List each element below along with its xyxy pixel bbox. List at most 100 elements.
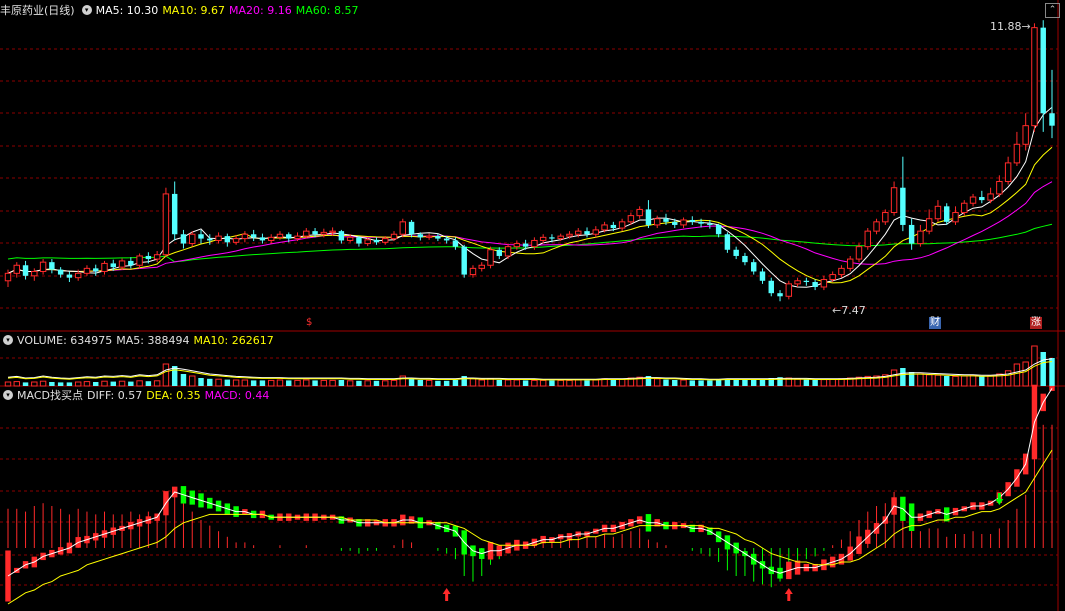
volume-bar (259, 380, 266, 386)
candle-body (180, 234, 187, 244)
candle-body (207, 238, 213, 241)
candle-body (276, 233, 284, 238)
event-marker-limit-up[interactable]: 涨 (1030, 317, 1042, 329)
candle-body (592, 229, 600, 235)
candle-body (198, 234, 204, 239)
candle-body (364, 239, 371, 245)
volume-bar (1040, 352, 1046, 386)
candle-body (944, 206, 950, 222)
candle-body (900, 187, 906, 225)
volume-bar (4, 381, 12, 387)
volume-bar (356, 380, 362, 386)
volume-bar (101, 380, 108, 387)
collapse-chevron-icon[interactable]: ⌃ (1045, 3, 1060, 18)
settings-dropdown-icon[interactable]: ▾ (81, 5, 92, 15)
candle-body (435, 236, 441, 239)
volume-bar (224, 379, 231, 386)
volume-bar (934, 374, 942, 387)
volume-bar (496, 380, 503, 386)
volume-bar (539, 379, 547, 387)
candle-body (189, 233, 196, 245)
volume-bar (57, 382, 64, 386)
volume-ma5-label: MA5: 388494 (116, 333, 190, 347)
volume-bar (557, 379, 564, 387)
candle-body (259, 237, 266, 241)
volume-bar (198, 378, 204, 386)
candle-body (408, 221, 415, 235)
price-panel-header: 丰原药业(日线) ▾ MA5: 10.30 MA10: 9.67 MA20: 9… (0, 3, 358, 18)
volume-bar (890, 369, 898, 387)
volume-bar (663, 379, 669, 386)
candle-body (118, 260, 126, 268)
candle-body (855, 246, 863, 260)
volume-bar (900, 368, 906, 386)
candle-body (171, 193, 178, 235)
candle-body (820, 279, 828, 288)
candle-body (373, 239, 380, 243)
volume-bar (93, 382, 99, 386)
candle-body (672, 221, 678, 225)
candle-body (57, 269, 64, 275)
candle-body (750, 262, 757, 272)
volume-bar (417, 380, 424, 386)
volume-bar (382, 380, 389, 387)
volume-bar (373, 380, 380, 386)
macd-dropdown-icon[interactable]: ▾ (3, 390, 13, 400)
candle-body (636, 208, 643, 217)
volume-bar (66, 382, 73, 386)
event-marker-financial[interactable]: 财 (929, 317, 941, 329)
candle-body (338, 231, 345, 241)
candle-body (83, 267, 91, 274)
candle-body (969, 196, 977, 204)
volume-bar (698, 380, 704, 386)
candle-body (601, 224, 608, 231)
candle-body (74, 272, 82, 279)
candle-body (908, 224, 915, 244)
candle-body (312, 231, 318, 235)
candle-body (742, 255, 748, 263)
volume-dropdown-icon[interactable]: ▾ (3, 335, 13, 345)
volume-bar (469, 378, 477, 387)
volume-bar (153, 380, 161, 387)
volume-bar (689, 380, 696, 386)
volume-bar (207, 378, 213, 386)
macd-value-label: MACD: 0.44 (204, 388, 270, 402)
volume-bar (189, 375, 196, 387)
candle-body (584, 231, 590, 235)
event-marker-dividend[interactable]: $ (305, 317, 313, 329)
ma10-label: MA10: 9.67 (162, 3, 226, 17)
volume-bar (312, 380, 318, 386)
macd-dea-label: DEA: 0.35 (146, 388, 201, 402)
candle-body (294, 235, 301, 240)
candle-body (838, 267, 845, 276)
volume-bar (575, 379, 582, 387)
candle-body (653, 218, 661, 226)
volume-bar (653, 378, 661, 387)
candle-body (890, 187, 898, 214)
volume-bar (979, 376, 985, 386)
candle-body (425, 235, 433, 238)
candle-body (645, 209, 652, 225)
candle-body (487, 249, 494, 266)
macd-signal-block (5, 550, 11, 602)
candle-body (399, 221, 407, 235)
candle-body (996, 181, 1003, 195)
macd-indicator-name: MACD找买点 (17, 389, 83, 402)
candle-body (864, 230, 871, 248)
volume-bar (944, 376, 950, 386)
volume-bar (443, 380, 450, 386)
candle-body (513, 243, 521, 248)
candle-body (478, 264, 485, 269)
candle-body (4, 272, 12, 282)
candle-body (1031, 27, 1038, 127)
volume-bar (812, 380, 818, 386)
macd-diff-label: DIFF: 0.57 (86, 388, 143, 402)
candle-body (539, 236, 547, 241)
volume-bar (83, 381, 91, 387)
candle-body (1040, 27, 1046, 114)
volume-bar (250, 380, 257, 386)
candle-body (215, 235, 222, 241)
volume-bar (180, 374, 187, 386)
volume-bar (303, 379, 310, 387)
candle-body (93, 268, 99, 272)
